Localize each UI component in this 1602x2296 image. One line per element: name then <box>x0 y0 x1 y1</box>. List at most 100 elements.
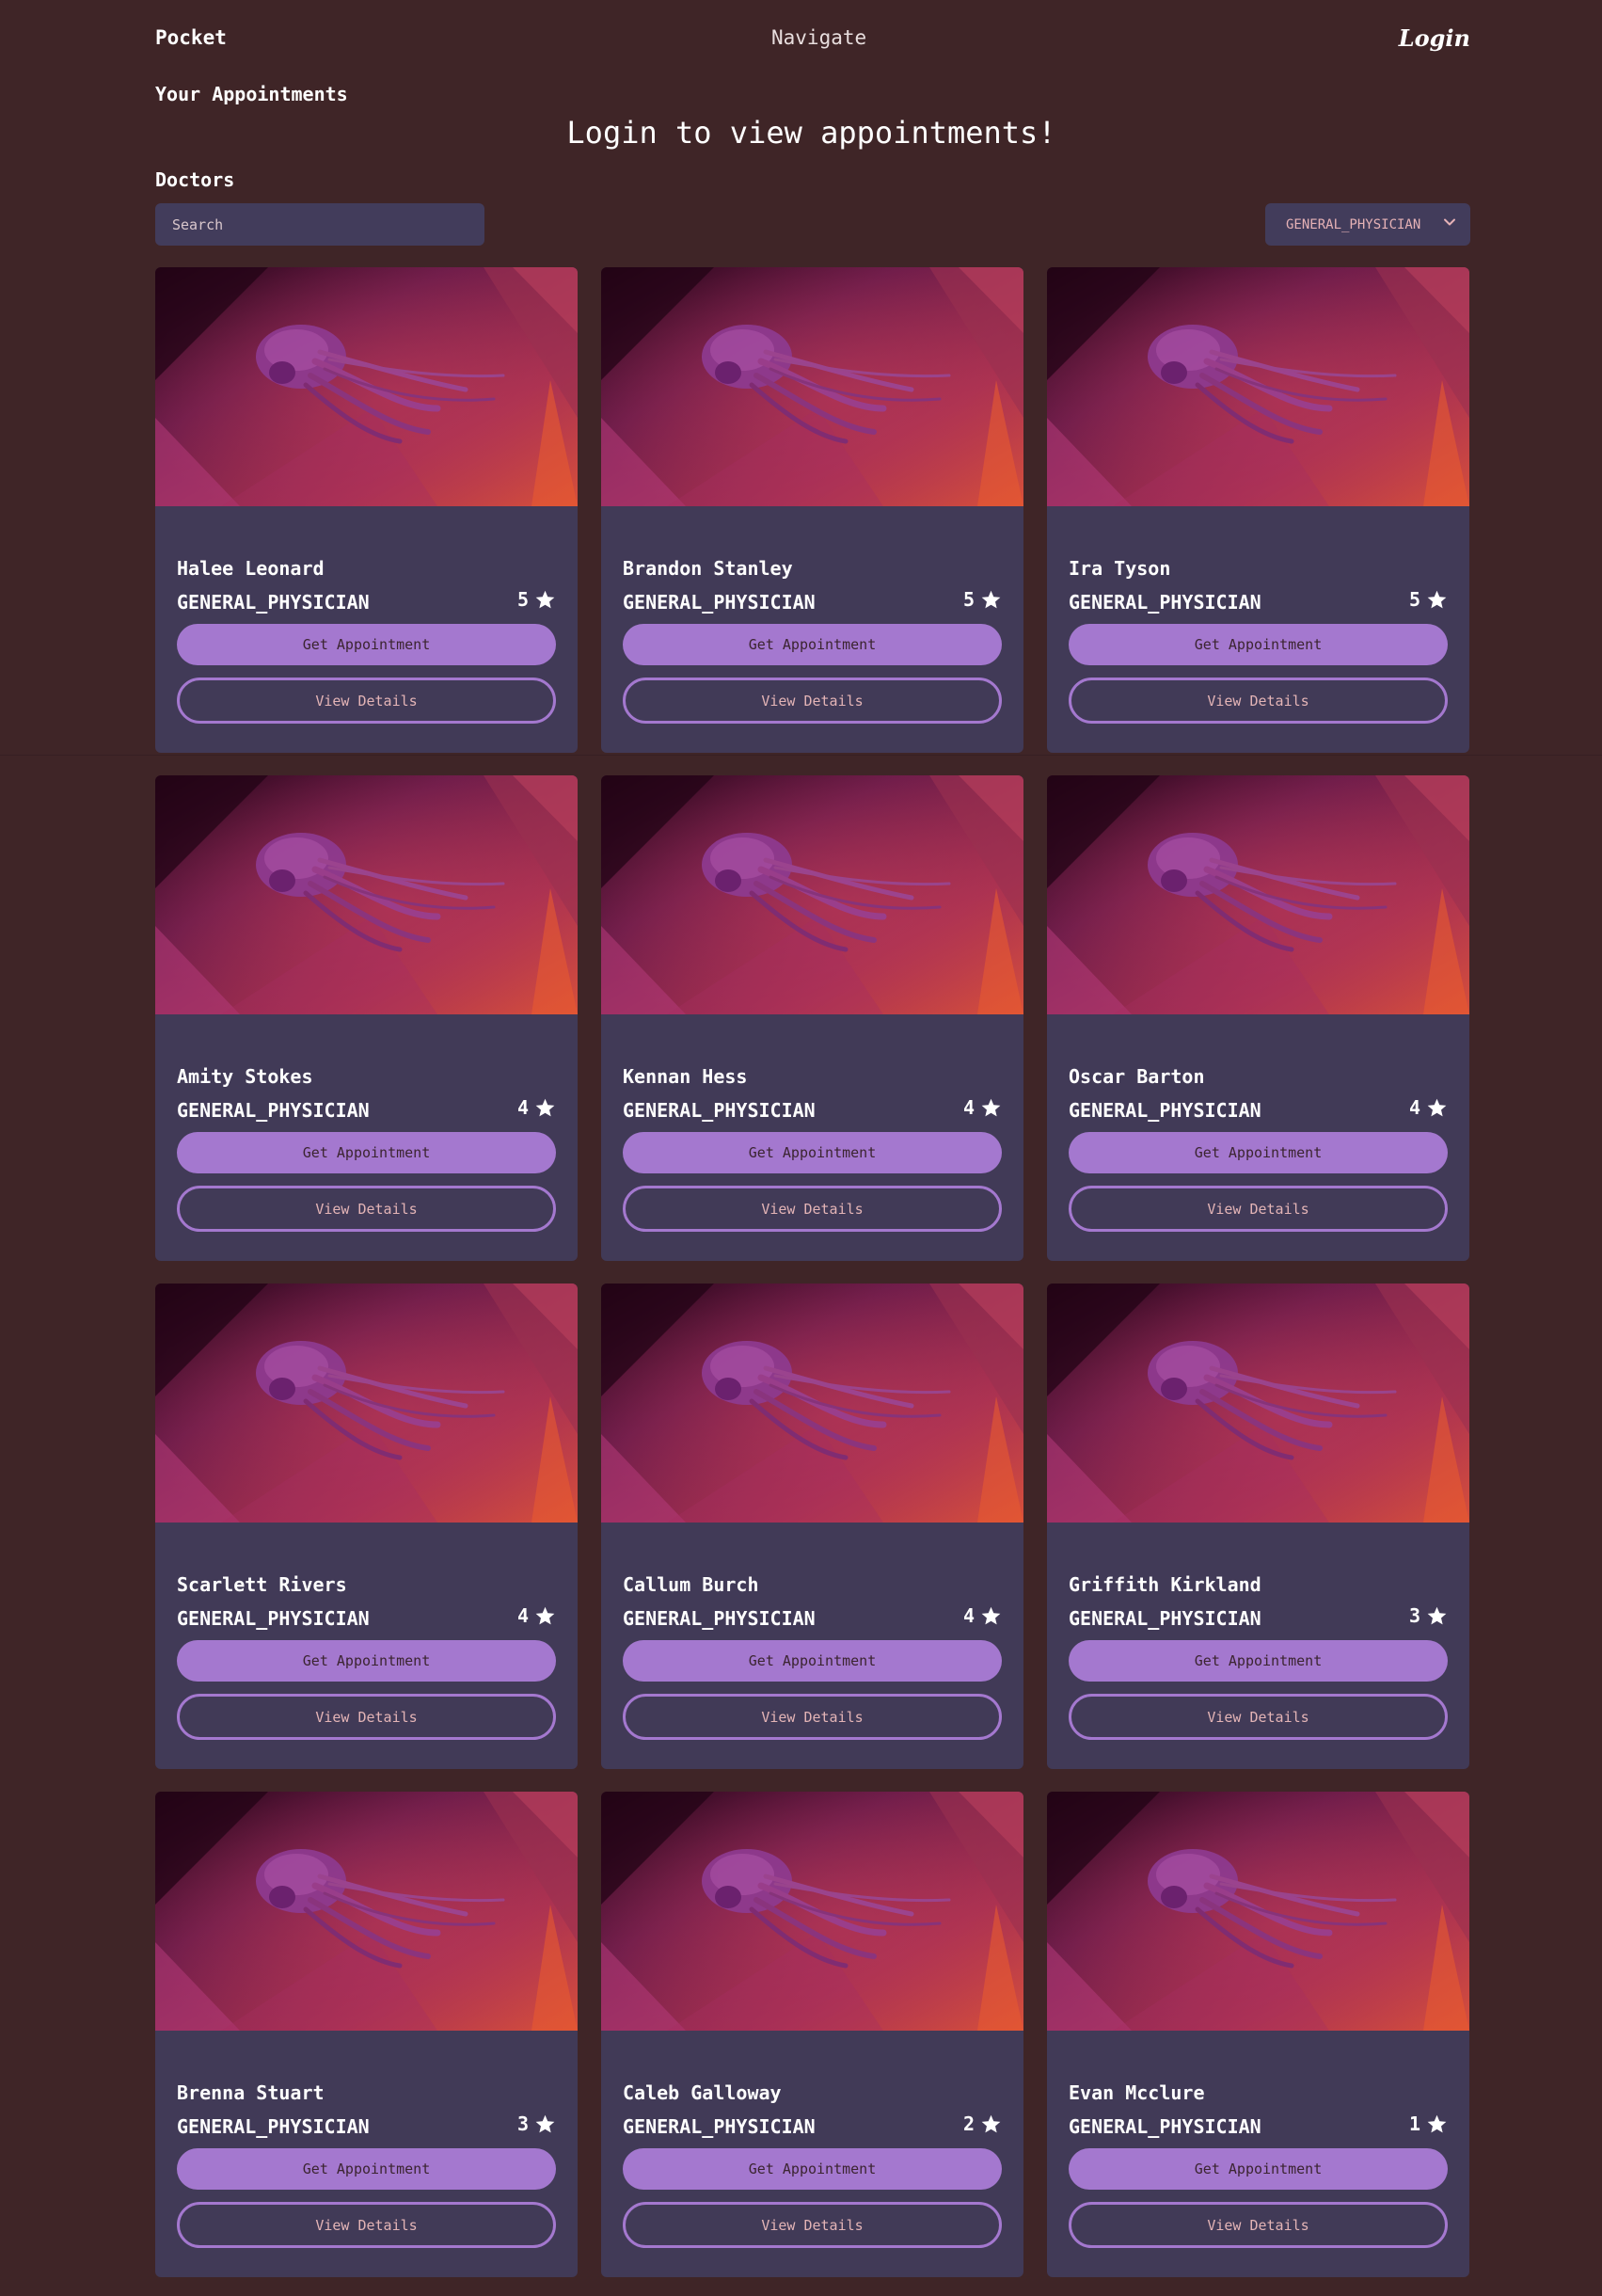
rating-value: 5 <box>962 588 975 611</box>
doctor-card: Scarlett Rivers GENERAL_PHYSICIAN 4 Get … <box>155 1284 578 1769</box>
brand-logo[interactable]: Pocket <box>155 26 227 49</box>
jellyfish-wallpaper-image <box>1047 1792 1469 2031</box>
doctor-card: Kennan Hess GENERAL_PHYSICIAN 4 Get Appo… <box>601 775 1023 1261</box>
star-icon <box>535 1606 555 1624</box>
get-appointment-button[interactable]: Get Appointment <box>177 1132 556 1173</box>
get-appointment-button[interactable]: Get Appointment <box>177 1640 556 1682</box>
get-appointment-button[interactable]: Get Appointment <box>623 624 1002 665</box>
specialty-filter-select[interactable]: GENERAL_PHYSICIAN <box>1265 203 1470 246</box>
doctor-name: Ira Tyson <box>1069 557 1171 580</box>
doctor-rating: 2 <box>963 2113 1002 2135</box>
doctor-specialty: GENERAL_PHYSICIAN <box>623 1099 816 1122</box>
doctor-name: Caleb Galloway <box>623 2081 782 2104</box>
doctor-specialty: GENERAL_PHYSICIAN <box>1069 1099 1261 1122</box>
star-icon <box>1427 1098 1447 1116</box>
doctor-card: Amity Stokes GENERAL_PHYSICIAN 4 Get App… <box>155 775 578 1261</box>
doctor-card: Caleb Galloway GENERAL_PHYSICIAN 2 Get A… <box>601 1792 1023 2277</box>
doctor-specialty: GENERAL_PHYSICIAN <box>177 1099 370 1122</box>
doctor-name: Halee Leonard <box>177 557 325 580</box>
get-appointment-button[interactable]: Get Appointment <box>623 1640 1002 1682</box>
star-icon <box>1427 590 1447 608</box>
rating-value: 4 <box>962 1096 975 1119</box>
star-icon <box>1427 2114 1447 2132</box>
get-appointment-button[interactable]: Get Appointment <box>623 2148 1002 2190</box>
doctor-specialty: GENERAL_PHYSICIAN <box>1069 2115 1261 2138</box>
doctor-name: Brenna Stuart <box>177 2081 325 2104</box>
doctor-rating: 5 <box>1409 588 1448 611</box>
doctor-specialty: GENERAL_PHYSICIAN <box>1069 1607 1261 1630</box>
view-details-button[interactable]: View Details <box>623 2202 1002 2248</box>
view-details-button[interactable]: View Details <box>1069 678 1448 724</box>
doctor-rating: 4 <box>963 1604 1002 1627</box>
doctor-card: Oscar Barton GENERAL_PHYSICIAN 4 Get App… <box>1047 775 1469 1261</box>
doctor-specialty: GENERAL_PHYSICIAN <box>1069 591 1261 614</box>
view-details-button[interactable]: View Details <box>177 1694 556 1740</box>
view-details-button[interactable]: View Details <box>623 1186 1002 1232</box>
doctor-rating: 4 <box>517 1096 556 1119</box>
rating-value: 3 <box>516 2113 529 2135</box>
doctor-rating: 5 <box>963 588 1002 611</box>
get-appointment-button[interactable]: Get Appointment <box>1069 1132 1448 1173</box>
view-details-button[interactable]: View Details <box>177 2202 556 2248</box>
navigate-menu[interactable]: Navigate <box>771 26 866 49</box>
doctor-name: Scarlett Rivers <box>177 1573 347 1596</box>
page: Pocket Navigate Login Your Appointments … <box>0 0 1602 2296</box>
jellyfish-wallpaper-image <box>1047 775 1469 1014</box>
rating-value: 1 <box>1408 2113 1420 2135</box>
doctor-name: Kennan Hess <box>623 1065 748 1088</box>
get-appointment-button[interactable]: Get Appointment <box>1069 1640 1448 1682</box>
get-appointment-button[interactable]: Get Appointment <box>1069 2148 1448 2190</box>
login-button[interactable]: Login <box>1399 24 1470 52</box>
doctor-name: Callum Burch <box>623 1573 759 1596</box>
rating-value: 4 <box>516 1096 529 1119</box>
view-details-button[interactable]: View Details <box>1069 1694 1448 1740</box>
rating-value: 5 <box>1408 588 1420 611</box>
get-appointment-button[interactable]: Get Appointment <box>177 624 556 665</box>
rating-value: 4 <box>1408 1096 1420 1119</box>
specialty-filter-value: GENERAL_PHYSICIAN <box>1286 216 1421 232</box>
doctor-specialty: GENERAL_PHYSICIAN <box>177 1607 370 1630</box>
login-prompt-message: Login to view appointments! <box>566 115 1056 151</box>
doctors-title: Doctors <box>155 168 235 191</box>
star-icon <box>981 1606 1001 1624</box>
rating-value: 2 <box>962 2113 975 2135</box>
get-appointment-button[interactable]: Get Appointment <box>623 1132 1002 1173</box>
jellyfish-wallpaper-image <box>601 267 1023 506</box>
get-appointment-button[interactable]: Get Appointment <box>177 2148 556 2190</box>
doctor-rating: 5 <box>517 588 556 611</box>
doctor-card: Callum Burch GENERAL_PHYSICIAN 4 Get App… <box>601 1284 1023 1769</box>
rating-value: 5 <box>516 588 529 611</box>
top-nav: Pocket Navigate Login <box>155 24 1470 55</box>
view-details-button[interactable]: View Details <box>623 1694 1002 1740</box>
rating-value: 4 <box>962 1604 975 1627</box>
doctor-rating: 4 <box>1409 1096 1448 1119</box>
view-details-button[interactable]: View Details <box>623 678 1002 724</box>
jellyfish-wallpaper-image <box>1047 267 1469 506</box>
jellyfish-wallpaper-image <box>601 1792 1023 2031</box>
view-details-button[interactable]: View Details <box>177 678 556 724</box>
star-icon <box>535 1098 555 1116</box>
doctor-name: Evan Mcclure <box>1069 2081 1205 2104</box>
view-details-button[interactable]: View Details <box>1069 1186 1448 1232</box>
doctor-rating: 3 <box>1409 1604 1448 1627</box>
jellyfish-wallpaper-image <box>601 1284 1023 1523</box>
doctor-rating: 3 <box>517 2113 556 2135</box>
rating-value: 4 <box>516 1604 529 1627</box>
jellyfish-wallpaper-image <box>155 1792 578 2031</box>
star-icon <box>535 2114 555 2132</box>
get-appointment-button[interactable]: Get Appointment <box>1069 624 1448 665</box>
star-icon <box>981 1098 1001 1116</box>
doctor-specialty: GENERAL_PHYSICIAN <box>623 2115 816 2138</box>
star-icon <box>535 590 555 608</box>
view-details-button[interactable]: View Details <box>1069 2202 1448 2248</box>
jellyfish-wallpaper-image <box>1047 1284 1469 1523</box>
view-details-button[interactable]: View Details <box>177 1186 556 1232</box>
doctor-specialty: GENERAL_PHYSICIAN <box>623 1607 816 1630</box>
doctor-rating: 4 <box>517 1604 556 1627</box>
doctor-card: Brandon Stanley GENERAL_PHYSICIAN 5 Get … <box>601 267 1023 753</box>
doctor-card: Ira Tyson GENERAL_PHYSICIAN 5 Get Appoin… <box>1047 267 1469 753</box>
jellyfish-wallpaper-image <box>155 267 578 506</box>
search-input[interactable] <box>155 203 484 246</box>
doctor-name: Oscar Barton <box>1069 1065 1205 1088</box>
doctor-name: Griffith Kirkland <box>1069 1573 1261 1596</box>
